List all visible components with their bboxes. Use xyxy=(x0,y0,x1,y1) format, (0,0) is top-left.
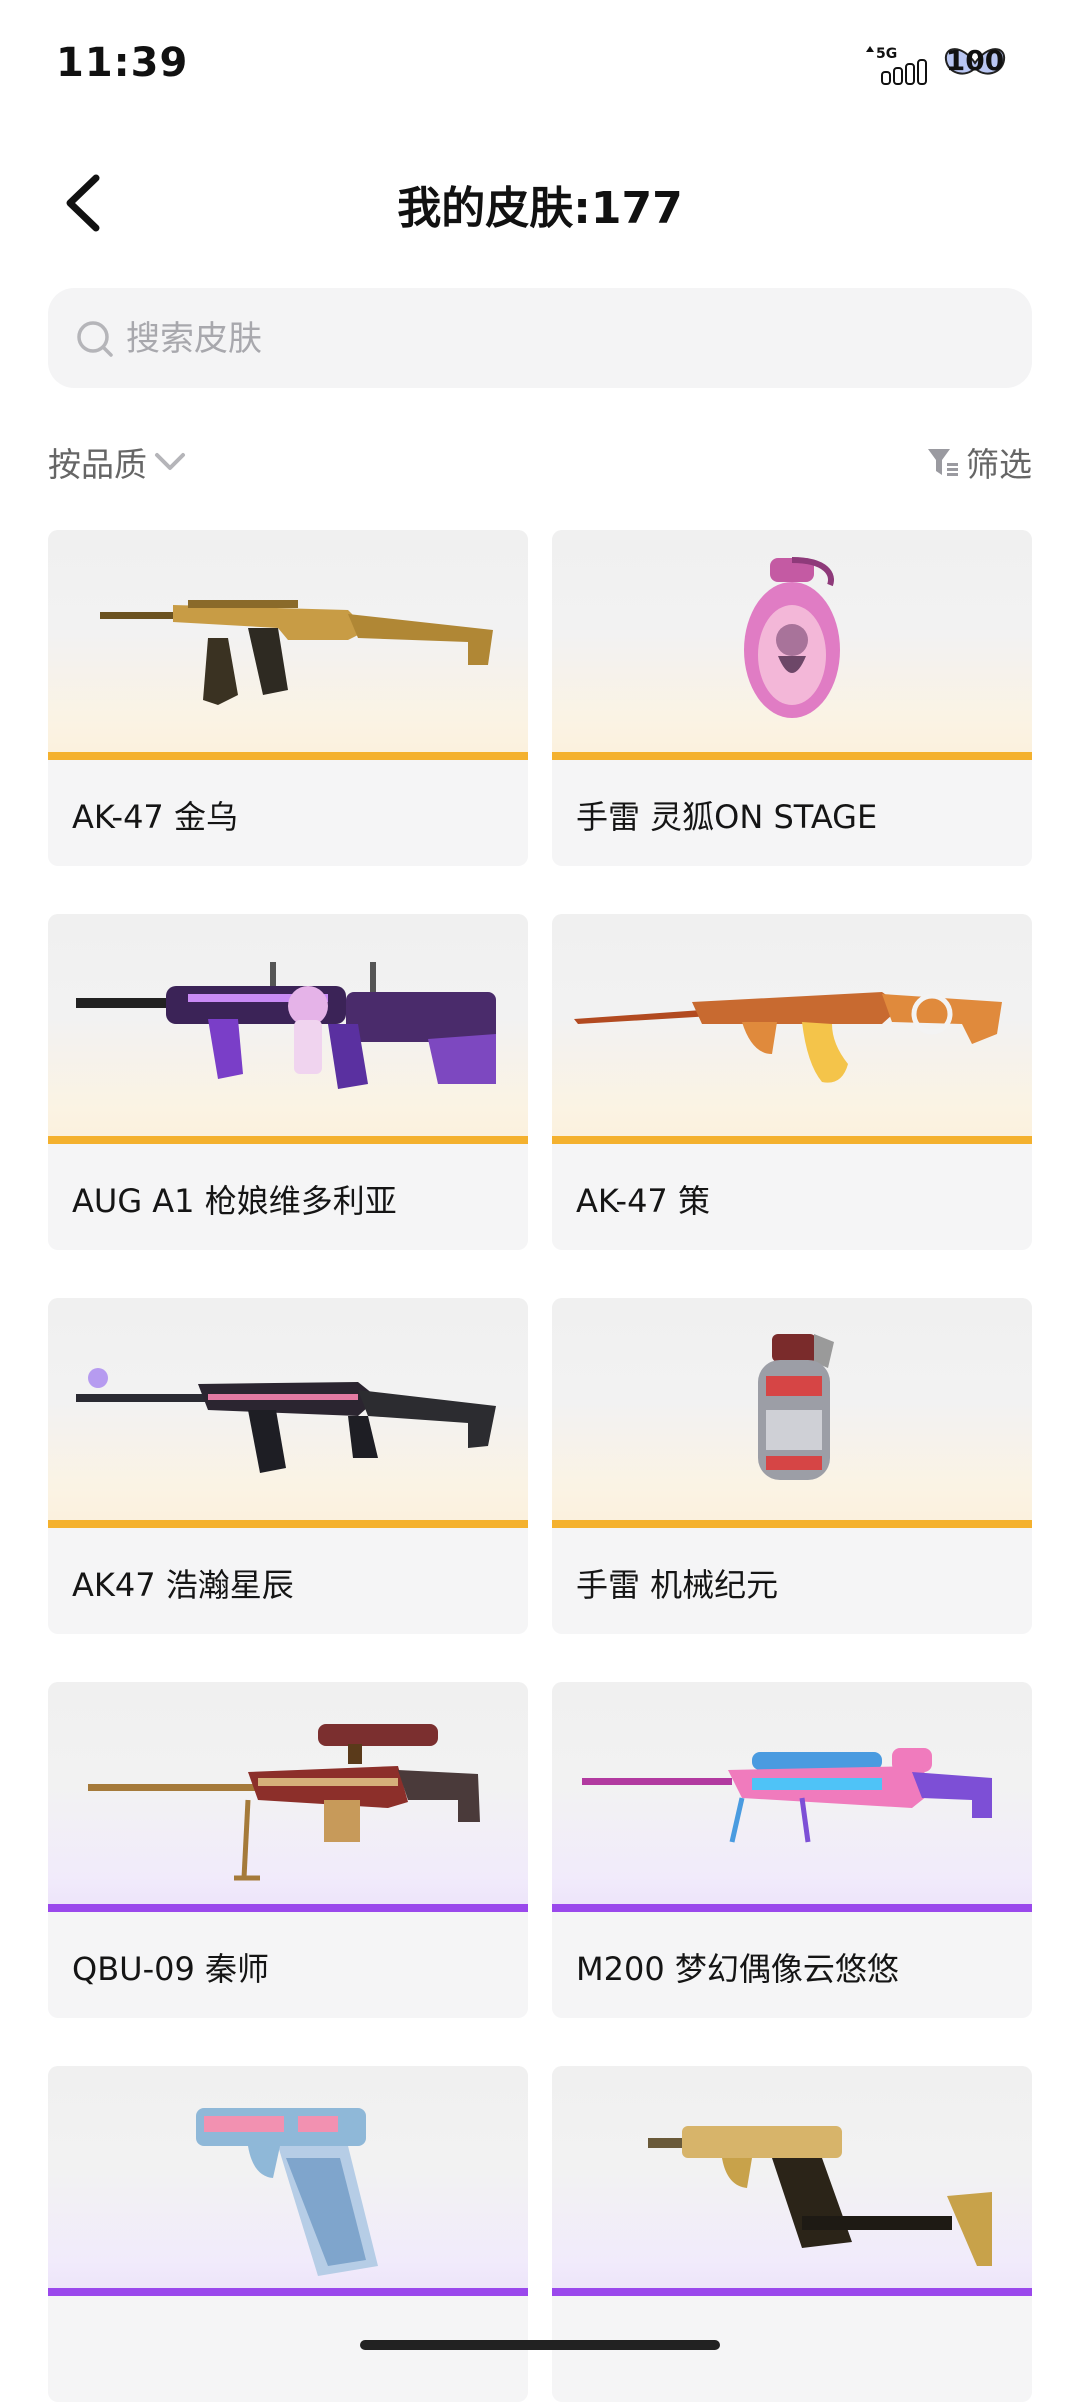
nav-header: 我的皮肤:177 xyxy=(0,150,1080,260)
skin-card[interactable]: 手雷 灵狐ON STAGE xyxy=(552,530,1032,866)
skin-image xyxy=(552,2066,1032,2296)
grenade-icon xyxy=(758,1334,834,1480)
rarity-bar xyxy=(48,1136,528,1144)
home-indicator[interactable] xyxy=(360,2340,720,2350)
pistol-icon xyxy=(196,2108,378,2276)
skin-image xyxy=(48,2066,528,2296)
rifle-icon xyxy=(574,992,1002,1083)
skin-name: AK-47 策 xyxy=(576,1182,710,1220)
battery-icon: 100 xyxy=(942,40,1008,86)
battery-level: 100 xyxy=(945,44,1005,77)
network-type: 5G xyxy=(876,46,897,62)
sniper-icon xyxy=(88,1724,480,1881)
skin-name: QBU-09 秦师 xyxy=(72,1950,270,1988)
skin-card[interactable]: 手雷 机械纪元 xyxy=(552,1298,1032,1634)
skin-card[interactable] xyxy=(552,2066,1032,2402)
rifle-icon xyxy=(76,962,496,1089)
skin-name: AUG A1 枪娘维多利亚 xyxy=(72,1182,397,1220)
skin-image xyxy=(48,1298,528,1528)
sniper-icon xyxy=(582,1748,992,1843)
filter-row: 按品质 筛选 xyxy=(48,430,1032,500)
rarity-bar xyxy=(552,1520,1032,1528)
skin-card[interactable] xyxy=(48,2066,528,2402)
sort-label: 按品质 xyxy=(48,445,147,484)
rarity-bar xyxy=(552,2288,1032,2296)
skin-image xyxy=(48,914,528,1144)
skin-card[interactable]: AK-47 策 xyxy=(552,914,1032,1250)
rarity-bar xyxy=(552,1136,1032,1144)
status-time: 11:39 xyxy=(56,40,189,86)
skin-name: AK-47 金乌 xyxy=(72,798,238,836)
skin-card[interactable]: AK-47 金乌 xyxy=(48,530,528,866)
grenade-icon xyxy=(744,557,840,718)
skin-image xyxy=(552,914,1032,1144)
status-bar: 11:39 5G 100 xyxy=(0,0,1080,130)
skin-image xyxy=(48,1682,528,1912)
filter-button[interactable]: 筛选 xyxy=(926,438,1032,486)
filter-label: 筛选 xyxy=(966,445,1032,484)
rarity-bar xyxy=(552,1904,1032,1912)
chevron-down-icon xyxy=(155,453,185,470)
skin-card[interactable]: AK47 浩瀚星辰 xyxy=(48,1298,528,1634)
sort-by-quality-dropdown[interactable]: 按品质 xyxy=(48,438,189,486)
search-input[interactable] xyxy=(124,306,1008,372)
cellular-signal-icon: 5G xyxy=(862,42,932,86)
skin-card[interactable]: AUG A1 枪娘维多利亚 xyxy=(48,914,528,1250)
rarity-bar xyxy=(48,1904,528,1912)
skin-image xyxy=(48,530,528,760)
skin-name: 手雷 机械纪元 xyxy=(576,1566,779,1604)
rarity-bar xyxy=(48,752,528,760)
rifle-icon xyxy=(100,600,493,705)
rarity-bar xyxy=(48,1520,528,1528)
skin-name: M200 梦幻偶像云悠悠 xyxy=(576,1950,899,1988)
filter-icon xyxy=(928,449,958,476)
skin-image xyxy=(552,1682,1032,1912)
skin-image xyxy=(552,530,1032,760)
rarity-bar xyxy=(552,752,1032,760)
skin-name: 手雷 灵狐ON STAGE xyxy=(576,798,878,836)
skin-card[interactable]: M200 梦幻偶像云悠悠 xyxy=(552,1682,1032,2018)
pistol-icon xyxy=(648,2126,992,2266)
search-icon xyxy=(77,321,113,357)
rarity-bar xyxy=(48,2288,528,2296)
skin-name: AK47 浩瀚星辰 xyxy=(72,1566,294,1604)
skin-card[interactable]: QBU-09 秦师 xyxy=(48,1682,528,2018)
page-title: 我的皮肤:177 xyxy=(397,183,683,234)
skin-image xyxy=(552,1298,1032,1528)
search-bar xyxy=(48,288,1032,388)
rifle-icon xyxy=(76,1368,496,1473)
